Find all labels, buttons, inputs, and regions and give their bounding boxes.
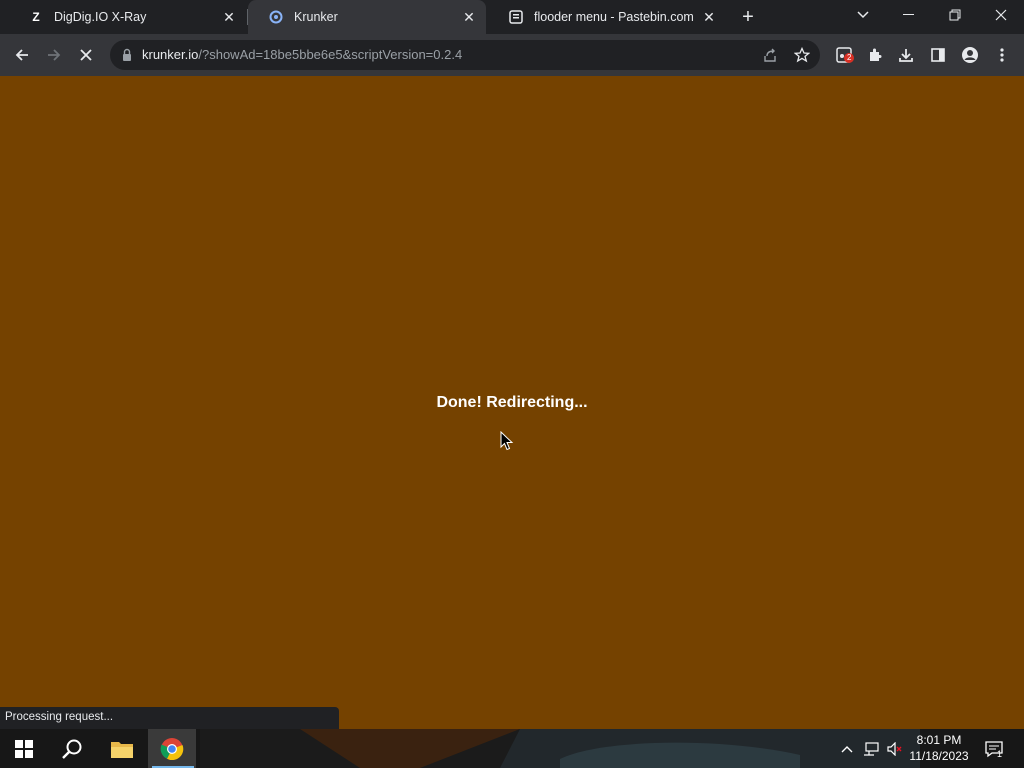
- chevron-up-icon[interactable]: [838, 740, 856, 758]
- close-window-icon[interactable]: [978, 0, 1024, 30]
- clock-date: 11/18/2023: [909, 749, 969, 763]
- tab-title: DigDig.IO X-Ray: [54, 10, 147, 24]
- share-icon[interactable]: [760, 45, 780, 65]
- url-path: /?showAd=18be5bbe6e5&scriptVersion=0.2.4: [198, 47, 463, 62]
- back-icon[interactable]: [8, 41, 36, 69]
- tab-title: flooder menu - Pastebin.com: [534, 10, 694, 24]
- system-clock[interactable]: 8:01 PM 11/18/2023: [906, 732, 972, 764]
- windows-icon: [15, 739, 33, 758]
- restore-icon[interactable]: [932, 0, 978, 30]
- download-icon[interactable]: [892, 41, 920, 69]
- tab-krunker[interactable]: Krunker ✕: [248, 0, 486, 34]
- tab-title: Krunker: [294, 10, 338, 24]
- tab-search-icon[interactable]: [840, 0, 886, 30]
- status-bubble: Processing request...: [0, 707, 339, 729]
- notification-count: 1: [997, 749, 1003, 759]
- browser-toolbar: krunker.io/?showAd=18be5bbe6e5&scriptVer…: [0, 34, 1024, 76]
- close-tab-icon[interactable]: ✕: [220, 8, 238, 26]
- folder-icon: [111, 741, 133, 758]
- wallpaper-peek: [200, 729, 920, 768]
- extensions-puzzle-icon[interactable]: [861, 41, 889, 69]
- clock-time: 8:01 PM: [916, 733, 962, 747]
- redirect-message: Done! Redirecting...: [436, 394, 588, 411]
- page-content: Done! Redirecting... Processing request.…: [0, 76, 1024, 729]
- file-explorer-button[interactable]: [98, 729, 146, 768]
- close-tab-icon[interactable]: ✕: [700, 8, 718, 26]
- bookmark-star-icon[interactable]: [792, 45, 812, 65]
- minimize-icon[interactable]: [886, 0, 932, 30]
- tab-strip: Z DigDig.IO X-Ray ✕ Krunker ✕ flooder me…: [0, 0, 1024, 34]
- close-tab-icon[interactable]: ✕: [460, 8, 478, 26]
- windows-taskbar: 8:01 PM 11/18/2023 1: [0, 729, 1024, 768]
- menu-kebab-icon[interactable]: [988, 41, 1016, 69]
- url-text: krunker.io/?showAd=18be5bbe6e5&scriptVer…: [142, 47, 462, 62]
- stop-loading-icon[interactable]: [72, 41, 100, 69]
- profile-icon[interactable]: [956, 41, 984, 69]
- volume-muted-icon[interactable]: [886, 740, 904, 758]
- search-button[interactable]: [48, 729, 96, 768]
- tab-separator: [247, 9, 248, 25]
- chrome-taskbar-button[interactable]: [148, 729, 196, 768]
- tab-pastebin[interactable]: flooder menu - Pastebin.com ✕: [488, 0, 726, 34]
- start-button[interactable]: [0, 729, 48, 768]
- url-host: krunker.io: [142, 47, 199, 62]
- new-tab-icon[interactable]: +: [736, 5, 760, 29]
- lock-icon[interactable]: [120, 48, 134, 62]
- search-icon: [62, 739, 82, 759]
- notification-center-icon[interactable]: 1: [983, 740, 1005, 759]
- tab-digdig[interactable]: Z DigDig.IO X-Ray ✕: [8, 0, 246, 34]
- address-bar[interactable]: krunker.io/?showAd=18be5bbe6e5&scriptVer…: [110, 40, 820, 70]
- network-icon[interactable]: [862, 740, 880, 758]
- side-panel-icon[interactable]: [924, 41, 952, 69]
- chrome-icon: [160, 737, 184, 760]
- digdig-favicon: Z: [32, 10, 40, 24]
- extension-tampermonkey-icon[interactable]: 2: [830, 41, 858, 69]
- forward-icon[interactable]: [40, 41, 68, 69]
- mouse-cursor-icon: [500, 431, 514, 451]
- pastebin-icon: [508, 9, 524, 25]
- krunker-icon: [268, 9, 284, 25]
